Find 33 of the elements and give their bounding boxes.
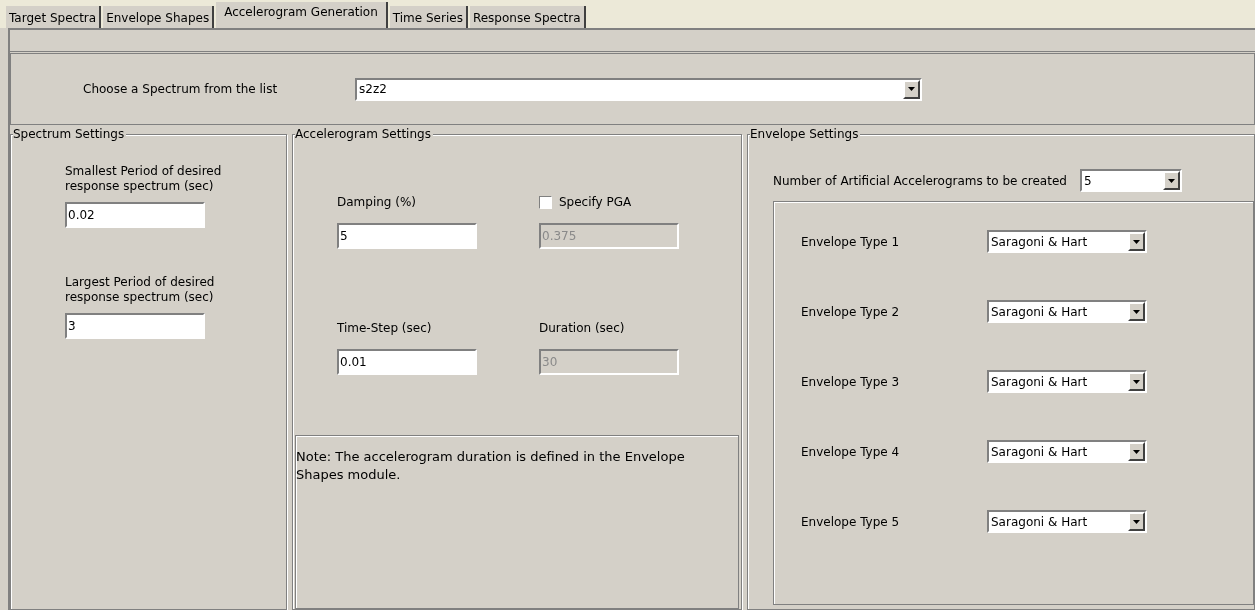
field-label: Damping (%) — [337, 194, 418, 211]
spectrum-label: Choose a Spectrum from the list — [83, 81, 279, 98]
envelope-label: Envelope Type 2 — [801, 303, 901, 321]
envelope-dropdown[interactable]: Saragoni & Hart — [987, 370, 1147, 393]
field-label: Duration (sec) — [539, 320, 626, 337]
count-dropdown[interactable]: 5 — [1079, 169, 1182, 192]
tab[interactable]: Response Spectra — [469, 6, 586, 28]
group-title: Accelerogram Settings — [295, 127, 433, 141]
tab[interactable]: Target Spectra — [6, 6, 102, 28]
field-label: Smallest Period of desired response spectrum (sec) — [65, 164, 223, 194]
spectrum-dropdown[interactable]: s2z2 — [355, 77, 922, 101]
envelope-label: Envelope Type 5 — [801, 513, 901, 531]
field-label: Largest Period of desired response spectrum (sec) — [65, 275, 216, 305]
envelope-label: Envelope Type 1 — [801, 233, 901, 251]
note-text: Note: The accelerogram duration is defined in the Envelope Shapes module. — [296, 448, 686, 484]
field-label: Time-Step (sec) — [337, 320, 433, 337]
envelope-dropdown[interactable]: Saragoni & Hart — [987, 510, 1147, 533]
checkbox-label: Specify PGA — [559, 194, 632, 211]
tab[interactable]: Accelerogram Generation — [216, 2, 388, 28]
count-label: Number of Artificial Accelerograms to be created — [773, 172, 1067, 190]
envelope-dropdown[interactable]: Saragoni & Hart — [987, 300, 1147, 323]
group-title: Envelope Settings — [750, 127, 861, 141]
value-input[interactable]: 0.01 — [337, 349, 477, 375]
value-input[interactable]: 5 — [337, 223, 477, 249]
tab[interactable]: Envelope Shapes — [103, 6, 215, 28]
envelope-label: Envelope Type 3 — [801, 373, 901, 391]
period-input[interactable]: 3 — [65, 313, 205, 339]
envelope-dropdown[interactable]: Saragoni & Hart — [987, 230, 1147, 253]
period-input[interactable]: 0.02 — [65, 202, 205, 228]
envelope-dropdown[interactable]: Saragoni & Hart — [987, 440, 1147, 463]
tab[interactable]: Time Series — [389, 6, 468, 28]
group-title: Spectrum Settings — [13, 127, 127, 141]
envelope-label: Envelope Type 4 — [801, 443, 901, 461]
